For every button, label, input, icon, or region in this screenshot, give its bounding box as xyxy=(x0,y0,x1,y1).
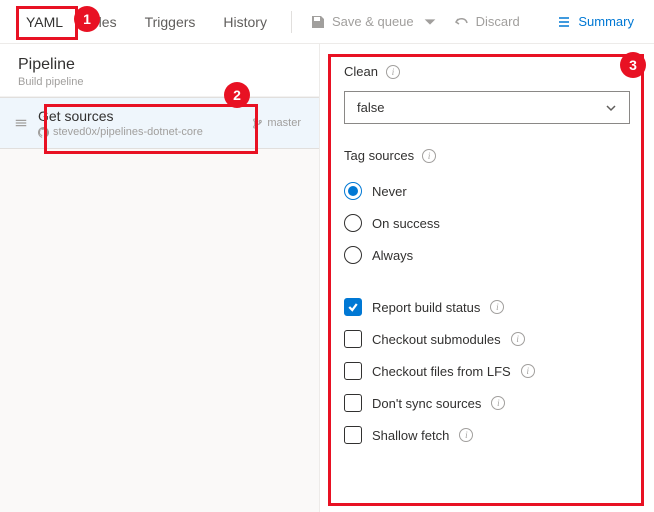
radio-input[interactable] xyxy=(344,214,362,232)
clean-label-text: Clean xyxy=(344,64,378,79)
summary-label: Summary xyxy=(578,14,634,29)
left-pane: Pipeline Build pipeline Get sources stev… xyxy=(0,44,320,512)
info-icon[interactable]: i xyxy=(386,65,400,79)
chevron-down-icon xyxy=(422,14,438,30)
radio-label: Always xyxy=(372,248,413,263)
radio-input[interactable] xyxy=(344,246,362,264)
tab-variables[interactable]: ables xyxy=(77,4,130,40)
top-toolbar: YAML ables Triggers History Save & queue… xyxy=(0,0,654,44)
checkbox-label: Checkout files from LFS xyxy=(372,364,511,379)
list-icon xyxy=(556,14,572,30)
step-title: Get sources xyxy=(38,108,242,124)
github-icon xyxy=(38,127,49,138)
radio-input[interactable] xyxy=(344,182,362,200)
tab-triggers[interactable]: Triggers xyxy=(131,4,210,40)
save-icon xyxy=(310,14,326,30)
check-lfs[interactable]: Checkout files from LFS i xyxy=(344,355,630,387)
info-icon[interactable]: i xyxy=(511,332,525,346)
tab-yaml[interactable]: YAML xyxy=(12,4,77,40)
clean-select[interactable]: false xyxy=(344,91,630,124)
pipeline-title: Pipeline xyxy=(18,56,301,74)
radio-never[interactable]: Never xyxy=(344,175,630,207)
checkbox-input[interactable] xyxy=(344,362,362,380)
checkbox-input[interactable] xyxy=(344,394,362,412)
clean-label: Clean i xyxy=(344,64,630,79)
summary-button[interactable]: Summary xyxy=(548,8,642,36)
tag-sources-text: Tag sources xyxy=(344,148,414,163)
pipeline-subtitle: Build pipeline xyxy=(18,76,301,88)
branch-indicator: master xyxy=(252,117,305,129)
pipeline-header: Pipeline Build pipeline xyxy=(0,44,319,97)
branch-icon xyxy=(252,118,263,129)
checkbox-input[interactable] xyxy=(344,330,362,348)
checkbox-label: Report build status xyxy=(372,300,480,315)
repo-name: steved0x/pipelines-dotnet-core xyxy=(53,126,203,138)
toolbar-divider xyxy=(291,11,292,33)
tab-history[interactable]: History xyxy=(209,4,281,40)
discard-label: Discard xyxy=(476,14,520,29)
radio-label: Never xyxy=(372,184,407,199)
branch-name: master xyxy=(267,117,301,129)
checkbox-label: Shallow fetch xyxy=(372,428,449,443)
check-report-build-status[interactable]: Report build status i xyxy=(344,291,630,323)
save-queue-button[interactable]: Save & queue xyxy=(302,8,446,36)
info-icon[interactable]: i xyxy=(490,300,504,314)
properties-pane: Clean i false Tag sources i Never On suc… xyxy=(320,44,654,512)
info-icon[interactable]: i xyxy=(459,428,473,442)
info-icon[interactable]: i xyxy=(422,149,436,163)
discard-button[interactable]: Discard xyxy=(446,8,528,36)
check-shallow-fetch[interactable]: Shallow fetch i xyxy=(344,419,630,451)
checkbox-input[interactable] xyxy=(344,298,362,316)
check-submodules[interactable]: Checkout submodules i xyxy=(344,323,630,355)
checkbox-label: Don't sync sources xyxy=(372,396,481,411)
chevron-down-icon xyxy=(605,102,617,114)
options-checkbox-group: Report build status i Checkout submodule… xyxy=(344,291,630,451)
checkbox-label: Checkout submodules xyxy=(372,332,501,347)
get-sources-step[interactable]: Get sources steved0x/pipelines-dotnet-co… xyxy=(0,97,319,149)
undo-icon xyxy=(454,14,470,30)
checkbox-input[interactable] xyxy=(344,426,362,444)
radio-label: On success xyxy=(372,216,440,231)
info-icon[interactable]: i xyxy=(521,364,535,378)
tag-sources-radio-group: Never On success Always xyxy=(344,175,630,271)
info-icon[interactable]: i xyxy=(491,396,505,410)
tag-sources-label: Tag sources i xyxy=(344,148,630,163)
clean-value: false xyxy=(357,100,384,115)
radio-always[interactable]: Always xyxy=(344,239,630,271)
check-dont-sync[interactable]: Don't sync sources i xyxy=(344,387,630,419)
tabs: YAML ables Triggers History xyxy=(12,4,281,40)
radio-on-success[interactable]: On success xyxy=(344,207,630,239)
drag-handle-icon xyxy=(14,116,28,130)
save-queue-label: Save & queue xyxy=(332,14,414,29)
